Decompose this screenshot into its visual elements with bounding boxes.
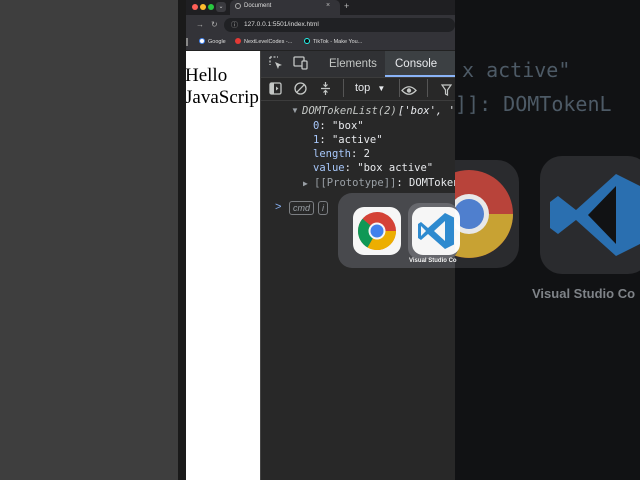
console-toolbar: top ▼ bbox=[261, 78, 455, 101]
blurred-code-line-1: x active" bbox=[462, 58, 571, 82]
chrome-icon bbox=[357, 212, 397, 251]
toolbar-divider-3 bbox=[427, 79, 428, 97]
expand-triangle-icon[interactable]: ▼ bbox=[291, 106, 299, 115]
tab-elements[interactable]: Elements bbox=[329, 58, 377, 70]
vscode-icon bbox=[418, 213, 454, 249]
blurred-chrome-tile bbox=[455, 160, 519, 268]
app-chrome[interactable] bbox=[353, 207, 401, 255]
object-preview: ['box', 'a bbox=[398, 105, 455, 117]
address-bar[interactable]: ⓘ 127.0.0.1:5501/index.html bbox=[224, 18, 455, 32]
app-vscode[interactable] bbox=[412, 207, 460, 255]
tab-search-button[interactable]: ⌄ bbox=[216, 2, 226, 12]
sidebar-toggle-icon[interactable] bbox=[269, 82, 282, 100]
console-entry: 0: "box" bbox=[313, 120, 364, 132]
close-window-button[interactable] bbox=[192, 4, 198, 10]
bookmark-google[interactable]: Google bbox=[199, 38, 226, 45]
toolbar: → ↻ ⓘ 127.0.0.1:5501/index.html bbox=[186, 15, 455, 35]
blurred-vscode-tile bbox=[540, 156, 640, 274]
page-viewport: Hello JavaScrip bbox=[186, 51, 260, 480]
clear-console-icon[interactable] bbox=[294, 82, 307, 100]
context-selector[interactable]: top ▼ bbox=[355, 82, 385, 94]
blurred-code-line-2: ]]: DOMTokenL bbox=[455, 92, 612, 116]
device-toolbar-icon[interactable] bbox=[293, 56, 309, 73]
console-prototype-entry[interactable]: ▶ [[Prototype]]: DOMTokenL bbox=[303, 177, 455, 189]
google-icon bbox=[199, 38, 205, 44]
youtube-icon bbox=[235, 38, 241, 44]
toolbar-divider bbox=[343, 79, 344, 97]
blurred-vscode-icon bbox=[550, 174, 640, 256]
tab-console[interactable]: Console bbox=[385, 51, 455, 77]
console-entry: 1: "active" bbox=[313, 134, 383, 146]
page-content: Hello JavaScrip bbox=[186, 65, 259, 109]
console-prompt-icon: > bbox=[275, 201, 282, 213]
bookmarks-bar: Google NextLevelCodes -... TikTok - Make… bbox=[186, 35, 455, 51]
left-edge bbox=[178, 0, 186, 480]
tab-close-button[interactable]: × bbox=[326, 2, 330, 9]
apps-icon[interactable] bbox=[186, 38, 188, 46]
inspect-element-icon[interactable] bbox=[269, 56, 283, 73]
blurred-app-label: Visual Studio Co bbox=[532, 286, 636, 301]
right-blurred-background: x active" ]]: DOMTokenL Visual Studio Co bbox=[455, 0, 640, 480]
toolbar-divider-2 bbox=[399, 79, 400, 97]
collapse-groups-icon[interactable] bbox=[319, 81, 332, 101]
reload-icon[interactable]: ↻ bbox=[211, 20, 218, 29]
site-info-icon[interactable]: ⓘ bbox=[231, 20, 238, 30]
new-tab-button[interactable]: + bbox=[344, 1, 349, 11]
globe-icon bbox=[235, 3, 241, 9]
minimize-window-button[interactable] bbox=[200, 4, 206, 10]
devtools-tab-bar: Elements Console bbox=[261, 51, 455, 78]
tab-title: Document bbox=[244, 3, 272, 9]
filter-icon[interactable] bbox=[440, 83, 453, 101]
forward-icon[interactable]: → bbox=[196, 20, 204, 29]
left-background bbox=[0, 0, 178, 480]
blurred-chrome-icon bbox=[455, 170, 513, 258]
bookmark-nextlevelcodes[interactable]: NextLevelCodes -... bbox=[235, 38, 292, 45]
caret-down-icon: ▼ bbox=[377, 84, 386, 93]
object-type-name: DOMTokenList(2) bbox=[302, 105, 397, 117]
console-entry: value: "box active" bbox=[313, 162, 434, 174]
app-switcher: Visual Studio Co bbox=[338, 193, 460, 268]
chevron-down-icon: ⌄ bbox=[218, 4, 224, 10]
live-expression-eye-icon[interactable] bbox=[401, 83, 417, 101]
console-entry: length: 2 bbox=[313, 148, 370, 160]
zoom-window-button[interactable] bbox=[208, 4, 214, 10]
tab-console-label: Console bbox=[395, 58, 438, 70]
keycap-i: i bbox=[318, 201, 328, 215]
title-bar: ⌄ Document × + bbox=[186, 0, 455, 15]
active-tab-indicator bbox=[385, 75, 455, 77]
tiktok-icon bbox=[304, 38, 310, 44]
expand-triangle-right-icon[interactable]: ▶ bbox=[303, 179, 308, 188]
browser-tab[interactable]: Document × bbox=[230, 0, 340, 15]
page-text-line-1: Hello bbox=[186, 65, 228, 86]
bookmark-tiktok[interactable]: TikTok - Make You... bbox=[304, 38, 362, 45]
app-label: Visual Studio Co bbox=[409, 258, 457, 264]
page-text-line-2: JavaScrip bbox=[186, 87, 259, 108]
keycap-cmd: cmd bbox=[289, 201, 315, 215]
url-text[interactable]: 127.0.0.1:5501/index.html bbox=[244, 21, 319, 28]
